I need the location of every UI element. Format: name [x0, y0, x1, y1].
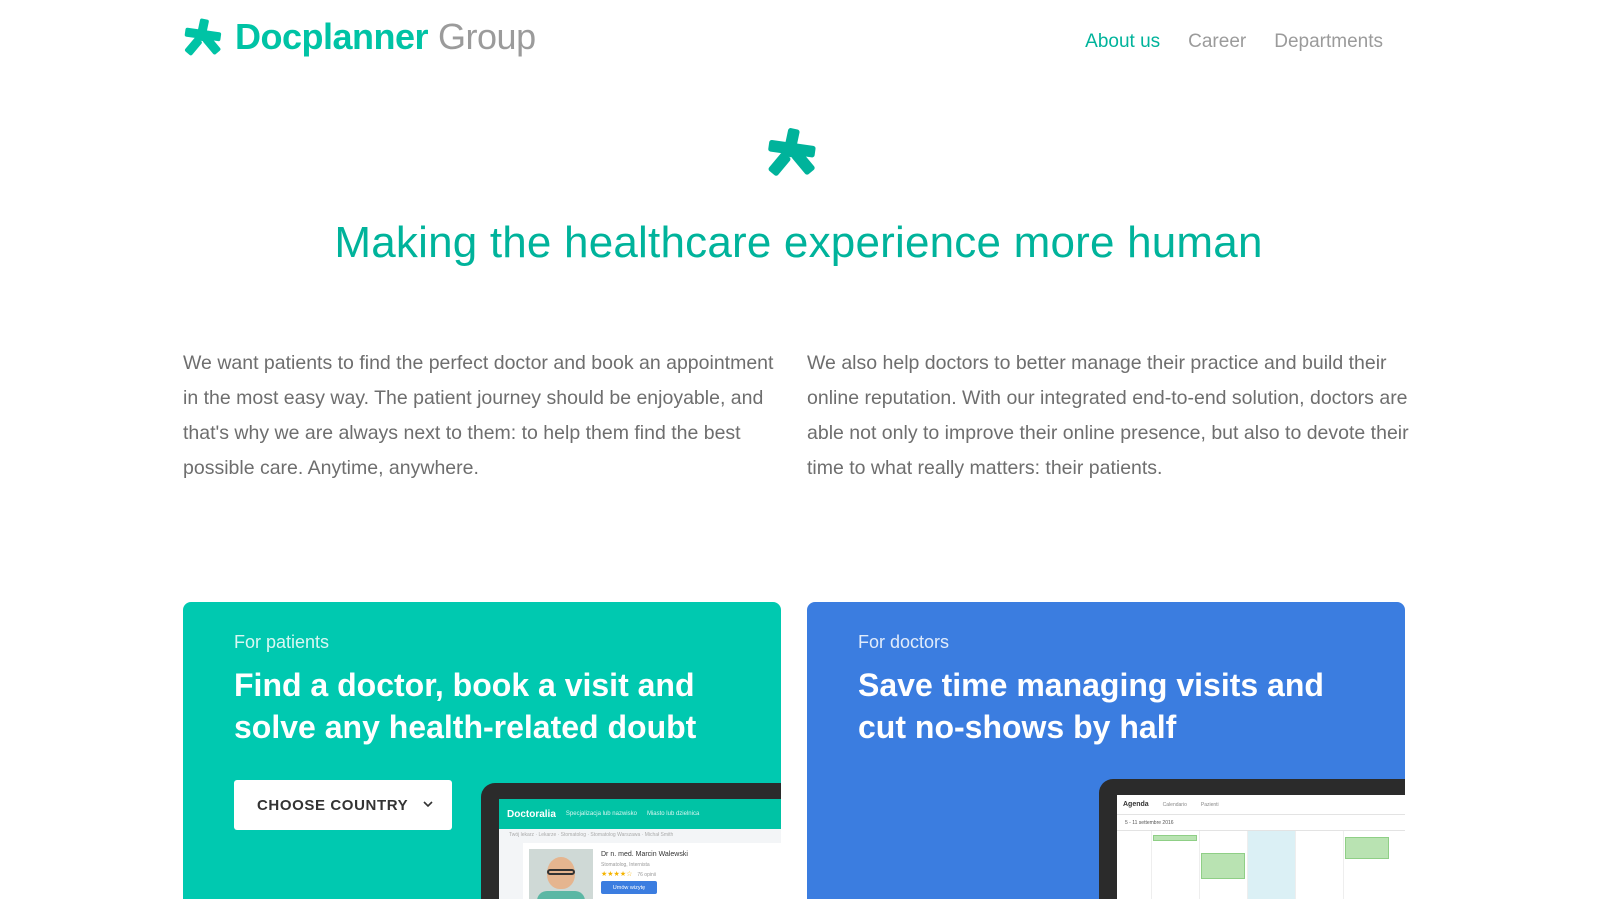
- mock-doctor-name: Dr n. med. Marcin Walewski: [601, 851, 688, 858]
- mock-reviews: 76 opinii: [637, 872, 656, 878]
- brand-suffix: Group: [438, 16, 536, 57]
- mock-menu-specialty: Specjalizacja lub nazwisko: [565, 811, 637, 817]
- docplanner-star-icon: [768, 128, 816, 176]
- doctoralia-screen: Doctoralia Specjalizacja lub nazwisko Mi…: [499, 799, 781, 899]
- choose-country-dropdown[interactable]: CHOOSE COUNTRY: [234, 780, 452, 830]
- mock-doctor-card: Dr n. med. Marcin Walewski Stomatolog, I…: [523, 843, 781, 899]
- mock-calendar-grid: [1117, 831, 1405, 899]
- brand-name: Docplanner: [235, 16, 429, 57]
- laptop-mockup: Doctoralia Specjalizacja lub nazwisko Mi…: [481, 783, 781, 899]
- calendar-event: [1345, 837, 1389, 859]
- patients-card: For patients Find a doctor, book a visit…: [183, 602, 781, 899]
- intro-doctors-text: We also help doctors to better manage th…: [807, 352, 1409, 479]
- doctor-photo: [529, 849, 593, 899]
- docplanner-star-icon: [184, 18, 222, 56]
- nav-career[interactable]: Career: [1188, 31, 1246, 53]
- mock-breadcrumb: Twój lekarz · Lekarze · Stomatolog · Sto…: [509, 832, 674, 838]
- mock-agenda-header: Agenda Calendario Pazienti: [1117, 795, 1405, 815]
- rating-stars-icon: ★★★★☆: [601, 871, 633, 878]
- calendar-event: [1153, 835, 1197, 841]
- calendar-column: [1247, 831, 1295, 899]
- doctors-card: For doctors Save time managing visits an…: [807, 602, 1405, 899]
- calendar-event: [1201, 853, 1245, 879]
- chevron-down-icon: [423, 801, 433, 808]
- mock-tab-patients: Pazienti: [1200, 801, 1219, 808]
- mock-rating-stars: ★★★★☆ 76 opinii: [601, 870, 656, 878]
- mock-week-range: 5 - 11 settembre 2016: [1117, 815, 1405, 831]
- hero-title: Making the healthcare experience more hu…: [334, 218, 1263, 267]
- site-header: Docplanner Group About us Career Departm…: [0, 0, 1597, 80]
- intro-patients-text: We want patients to find the perfect doc…: [183, 352, 774, 479]
- laptop-mockup: Agenda Calendario Pazienti 5 - 11 settem…: [1099, 779, 1405, 899]
- nav-departments[interactable]: Departments: [1274, 31, 1383, 53]
- calendar-column: [1295, 831, 1343, 899]
- choose-country-label: CHOOSE COUNTRY: [257, 796, 409, 814]
- card-kicker: For patients: [234, 632, 330, 652]
- card-kicker: For doctors: [858, 632, 950, 652]
- mock-book-button: Umów wizytę: [601, 881, 657, 894]
- card-title: Find a doctor, book a visit and solve an…: [234, 667, 697, 745]
- mock-menu-city: Miasto lub dzielnica: [646, 811, 700, 817]
- mock-navbar: Doctoralia Specjalizacja lub nazwisko Mi…: [499, 799, 781, 829]
- mock-doctor-specialty: Stomatolog, Internista: [601, 862, 650, 868]
- main-nav: About us Career Departments: [1085, 31, 1383, 53]
- nav-about-us[interactable]: About us: [1085, 31, 1160, 53]
- mock-brand: Doctoralia: [507, 808, 556, 820]
- mock-tab-calendar: Calendario: [1162, 801, 1187, 808]
- mock-agenda-title: Agenda: [1123, 801, 1149, 808]
- agenda-screen: Agenda Calendario Pazienti 5 - 11 settem…: [1117, 795, 1405, 899]
- brand-logo-link[interactable]: Docplanner Group: [183, 16, 536, 58]
- calendar-column: [1151, 831, 1199, 899]
- card-title: Save time managing visits and cut no-sho…: [858, 667, 1324, 745]
